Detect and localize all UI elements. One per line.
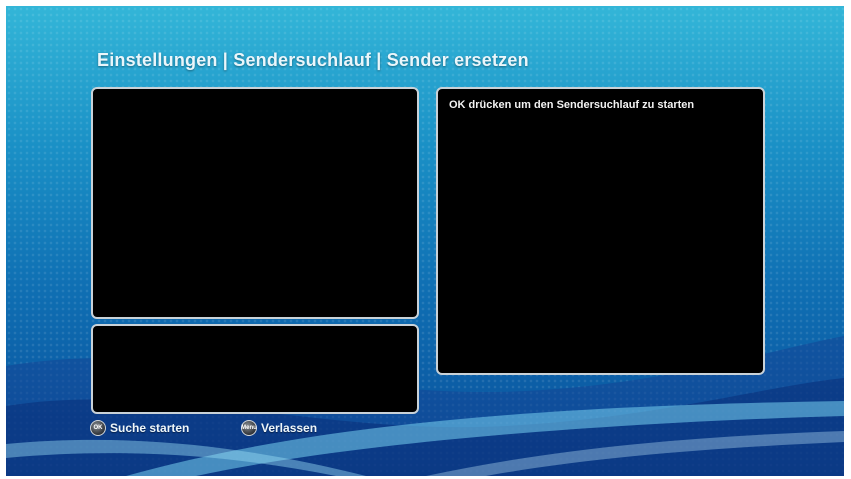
- start-search-hint[interactable]: OK Suche starten: [90, 420, 189, 436]
- info-panel: OK drücken um den Sendersuchlauf zu star…: [436, 87, 765, 375]
- channel-list-panel: [91, 87, 419, 319]
- exit-hint[interactable]: Menu Verlassen: [241, 420, 317, 436]
- start-search-label: Suche starten: [110, 421, 190, 435]
- tv-menu-screen: Einstellungen | Sendersuchlauf | Sender …: [6, 6, 844, 476]
- info-message: OK drücken um den Sendersuchlauf zu star…: [449, 99, 695, 111]
- ok-button-icon: OK: [90, 420, 106, 436]
- exit-label: Verlassen: [261, 421, 318, 435]
- page-title: Einstellungen | Sendersuchlauf | Sender …: [97, 50, 529, 70]
- scan-status-panel: [91, 324, 419, 414]
- menu-button-icon: Menu: [241, 420, 257, 436]
